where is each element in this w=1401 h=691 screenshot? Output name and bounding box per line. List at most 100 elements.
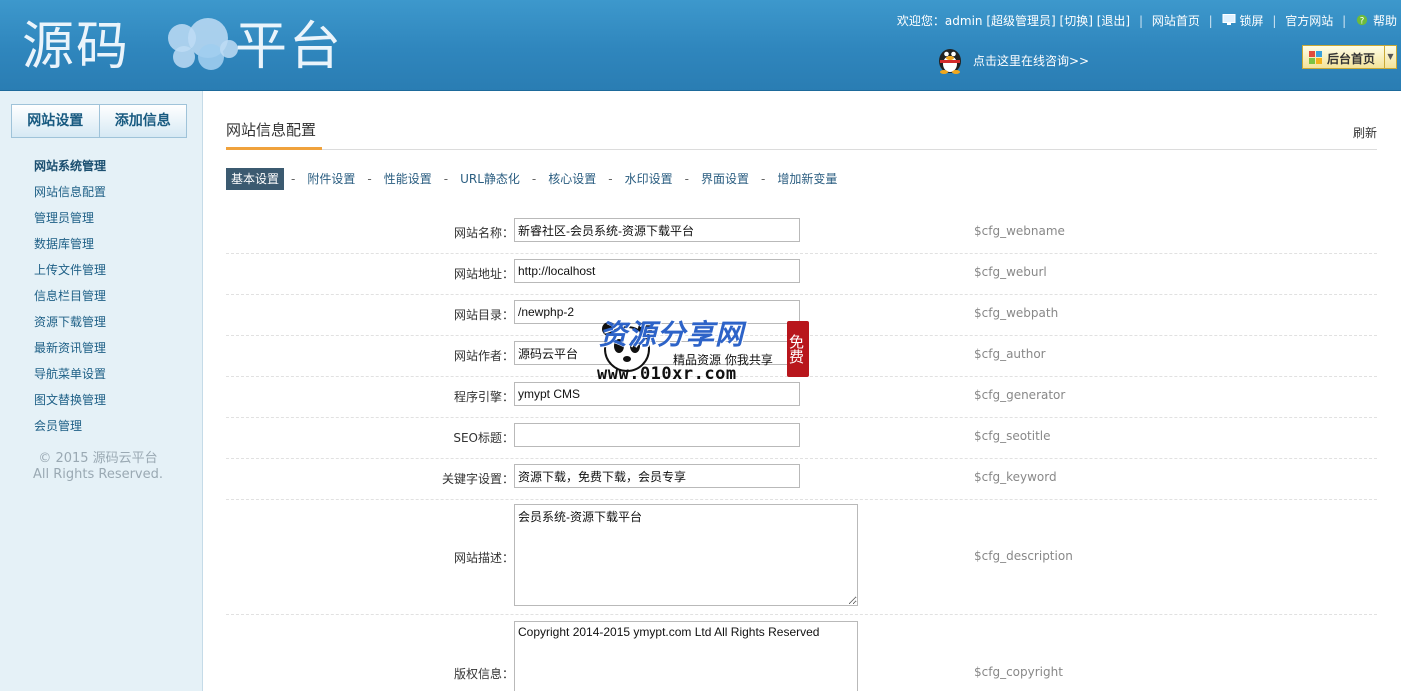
- sidebar-rights: All Rights Reserved.: [32, 467, 164, 482]
- field-label: 网站作者：: [453, 349, 514, 363]
- separator: |: [1138, 14, 1143, 28]
- tab-core[interactable]: 核心设置: [543, 168, 601, 190]
- field-label: SEO标题：: [453, 431, 514, 445]
- generator-input[interactable]: [514, 382, 800, 406]
- separator: -: [443, 172, 449, 186]
- form-row: 网站描述： 会员系统-资源下载平台 $cfg_description: [226, 500, 1377, 615]
- main-content: 网站信息配置 刷新 基本设置 - 附件设置 - 性能设置 - URL静态化 - 核心设置 - 水印设…: [226, 91, 1377, 691]
- sidebar-item-news[interactable]: 最新资讯管理: [34, 335, 106, 361]
- field-label: 关键字设置：: [441, 472, 514, 486]
- sidebar-menu: 网站系统管理 网站信息配置 管理员管理 数据库管理 上传文件管理 信息栏目管理 …: [34, 153, 106, 439]
- refresh-link[interactable]: 刷新: [1353, 124, 1377, 141]
- separator: -: [684, 172, 689, 186]
- tab-add-info[interactable]: 添加信息: [99, 104, 187, 138]
- separator: -: [608, 172, 613, 186]
- watermark: 资源分享网 精品资源 你我共享 www.010xr.com 免费: [597, 315, 812, 385]
- field-label: 网站地址：: [453, 267, 514, 281]
- variable-name: $cfg_copyright: [974, 665, 1063, 679]
- form-row: 版权信息： Copyright 2014-2015 ymypt.com Ltd …: [226, 615, 1377, 691]
- grid-icon: [1309, 51, 1322, 64]
- form-row: SEO标题： $cfg_seotitle: [226, 418, 1377, 459]
- page-title: 网站信息配置: [226, 121, 317, 139]
- watermark-url: www.010xr.com: [597, 364, 737, 384]
- admin-home-label: 后台首页: [1327, 52, 1376, 66]
- field-label: 网站名称：: [453, 226, 514, 240]
- tab-url-static[interactable]: URL静态化: [455, 168, 525, 190]
- separator: |: [1272, 14, 1277, 28]
- switch-link[interactable]: [切换]: [1060, 14, 1093, 28]
- title-divider: [226, 149, 1377, 150]
- tab-interface[interactable]: 界面设置: [696, 168, 754, 190]
- welcome-text: 欢迎您：admin: [896, 14, 983, 28]
- top-links: 欢迎您：admin [超级管理员] [切换] [退出] | 网站首页 | 锁屏 …: [897, 12, 1397, 30]
- field-label: 网站描述：: [453, 551, 514, 565]
- sidebar-item-columns[interactable]: 信息栏目管理: [34, 283, 106, 309]
- sidebar-item-downloads[interactable]: 资源下载管理: [34, 309, 106, 335]
- help-link[interactable]: 帮助: [1373, 14, 1397, 28]
- variable-name: $cfg_webpath: [974, 306, 1059, 320]
- variable-name: $cfg_description: [974, 549, 1073, 563]
- tab-add-variable[interactable]: 增加新变量: [772, 168, 842, 190]
- separator: -: [291, 172, 296, 186]
- config-tabs: 基本设置 - 附件设置 - 性能设置 - URL静态化 - 核心设置 - 水印设置 - 界面设置 - 增加新…: [226, 168, 842, 190]
- separator: |: [1208, 14, 1213, 28]
- site-home-link[interactable]: 网站首页: [1152, 14, 1200, 28]
- sidebar-item-nav[interactable]: 导航菜单设置: [34, 361, 106, 387]
- tab-performance[interactable]: 性能设置: [379, 168, 437, 190]
- variable-name: $cfg_seotitle: [974, 429, 1051, 443]
- logo-text-left: 源码: [22, 17, 131, 77]
- logo-text-right: 平台: [235, 17, 344, 77]
- tab-site-settings[interactable]: 网站设置: [11, 104, 100, 138]
- keyword-input[interactable]: [514, 464, 800, 488]
- lock-screen-link[interactable]: 锁屏: [1240, 14, 1264, 28]
- separator: -: [367, 172, 372, 186]
- logo: 源码 平台: [20, 14, 360, 76]
- sidebar-item-site-config[interactable]: 网站信息配置: [34, 179, 106, 205]
- sidebar-tabs: 网站设置 添加信息: [11, 104, 187, 138]
- separator: -: [760, 172, 766, 186]
- form-row: 关键字设置： $cfg_keyword: [226, 459, 1377, 500]
- role-link[interactable]: [超级管理员]: [986, 14, 1055, 28]
- admin-home-button[interactable]: 后台首页 ▼: [1302, 45, 1397, 69]
- sidebar-item-replace[interactable]: 图文替换管理: [34, 387, 106, 413]
- sidebar: 网站设置 添加信息 网站系统管理 网站信息配置 管理员管理 数据库管理 上传文件…: [0, 91, 203, 691]
- copyright-textarea[interactable]: Copyright 2014-2015 ymypt.com Ltd All Ri…: [514, 621, 858, 691]
- field-label: 版权信息：: [453, 667, 514, 681]
- official-site-link[interactable]: 官方网站: [1285, 14, 1333, 28]
- variable-name: $cfg_webname: [974, 224, 1065, 238]
- variable-name: $cfg_author: [974, 347, 1046, 361]
- chevron-down-icon[interactable]: ▼: [1384, 46, 1396, 68]
- sidebar-item-system[interactable]: 网站系统管理: [34, 153, 106, 179]
- watermark-badge: 免费: [787, 321, 809, 377]
- sidebar-item-admins[interactable]: 管理员管理: [34, 205, 106, 231]
- sidebar-copyright: © 2015 源码云平台: [38, 451, 158, 466]
- watermark-title: 资源分享网: [599, 318, 745, 351]
- variable-name: $cfg_generator: [974, 388, 1066, 402]
- variable-name: $cfg_keyword: [974, 470, 1057, 484]
- sidebar-item-members[interactable]: 会员管理: [34, 413, 106, 439]
- qq-penguin-icon: [939, 49, 961, 74]
- title-accent: [226, 147, 322, 150]
- separator: -: [531, 172, 537, 186]
- logout-link[interactable]: [退出]: [1097, 14, 1130, 28]
- logo-bubble: [173, 46, 195, 68]
- field-label: 网站目录：: [453, 308, 514, 322]
- monitor-icon: [1222, 14, 1236, 25]
- sidebar-item-uploads[interactable]: 上传文件管理: [34, 257, 106, 283]
- tab-basic[interactable]: 基本设置: [226, 168, 285, 190]
- webname-input[interactable]: [514, 218, 800, 242]
- separator: |: [1342, 14, 1347, 28]
- variable-name: $cfg_weburl: [974, 265, 1047, 279]
- tab-attachments[interactable]: 附件设置: [302, 168, 360, 190]
- help-icon: ?: [1356, 14, 1368, 26]
- sidebar-item-database[interactable]: 数据库管理: [34, 231, 106, 257]
- form-row: 网站地址： $cfg_weburl: [226, 254, 1377, 295]
- description-textarea[interactable]: 会员系统-资源下载平台: [514, 504, 858, 606]
- header: 源码 平台 欢迎您：admin [超级管理员] [切换] [退出] | 网站首页…: [0, 0, 1401, 91]
- consult-text[interactable]: 点击这里在线咨询>>: [973, 52, 1089, 69]
- seotitle-input[interactable]: [514, 423, 800, 447]
- svg-text:?: ?: [1360, 16, 1365, 26]
- form-row: 网站名称： $cfg_webname: [226, 213, 1377, 254]
- weburl-input[interactable]: [514, 259, 800, 283]
- tab-watermark[interactable]: 水印设置: [620, 168, 678, 190]
